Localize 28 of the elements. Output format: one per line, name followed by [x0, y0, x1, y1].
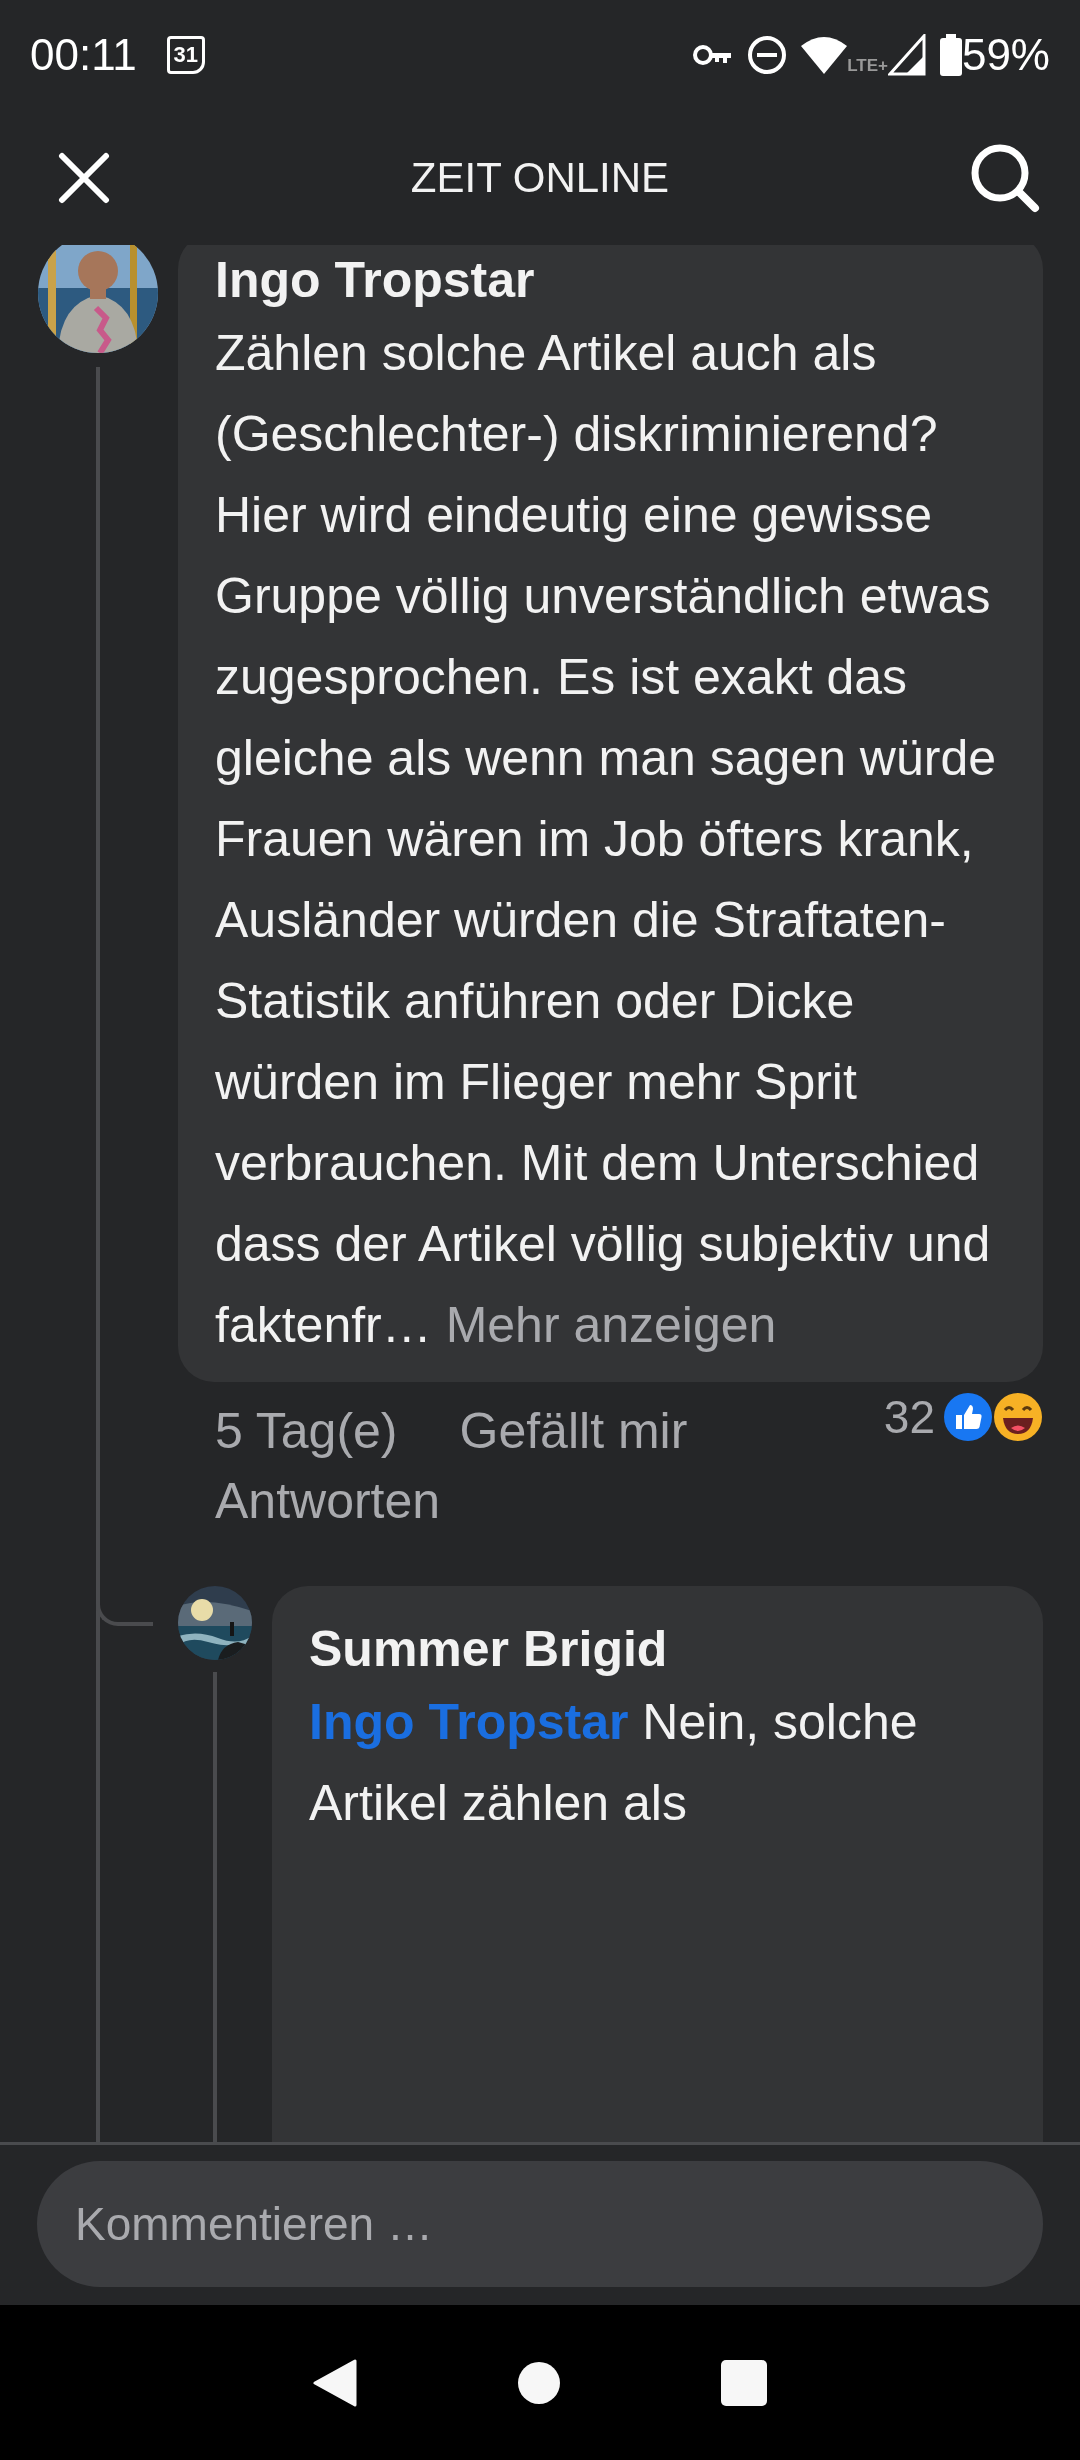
- calendar-icon: 31: [166, 36, 205, 74]
- clock: 00:11: [30, 30, 137, 80]
- reply-link[interactable]: Antworten: [215, 1472, 1043, 1530]
- comment-author: Ingo Tropstar: [215, 251, 536, 310]
- network-type: LTE+: [847, 56, 888, 76]
- show-more-link[interactable]: Mehr anzeigen: [445, 1297, 777, 1353]
- like-link[interactable]: Gefällt mir: [459, 1402, 688, 1460]
- reply-author: Summer Brigid: [309, 1620, 669, 1679]
- comment-text: Zählen solche Artikel auch als (Geschlechter-) diskriminierend? Hier wird eindeutig eine gewisse Gruppe völlig unverständlich etwas zugesprochen. Es ist exakt das gleiche als wenn man sagen würde Frauen wären im Job öfters krank, Ausländer würden die Straftaten-Statistik anführen oder Dicke würden im Flieger mehr Sprit verbrauchen. Mit dem Unterschied dass der Artikel völlig subjektiv und faktenfr… Mehr anzeigen: [215, 324, 998, 1355]
- recents-icon[interactable]: [721, 2359, 767, 2406]
- home-icon[interactable]: [517, 2360, 561, 2405]
- comment-field[interactable]: Kommentieren …: [37, 2161, 1043, 2287]
- comment-age: 5 Tag(e): [215, 1402, 398, 1460]
- search-icon[interactable]: [970, 142, 1040, 213]
- battery-icon: [939, 34, 962, 76]
- wifi-icon: [801, 36, 848, 74]
- back-icon[interactable]: [313, 2357, 357, 2408]
- signal-icon: [887, 34, 926, 76]
- do-not-disturb-icon: [747, 35, 788, 75]
- battery-percent: 59%: [961, 30, 1050, 80]
- laughing-emoji-icon: [993, 1392, 1043, 1442]
- reply-text: Ingo Tropstar Nein, solche Artikel zählen als: [309, 1693, 919, 1833]
- window-title: ZEIT ONLINE: [409, 153, 671, 202]
- reaction-summary[interactable]: 32: [883, 1390, 1043, 1444]
- close-icon[interactable]: [58, 151, 110, 204]
- key-icon: [693, 43, 734, 67]
- thumbs-up-icon: [943, 1392, 993, 1442]
- reaction-count: 32: [883, 1390, 935, 1444]
